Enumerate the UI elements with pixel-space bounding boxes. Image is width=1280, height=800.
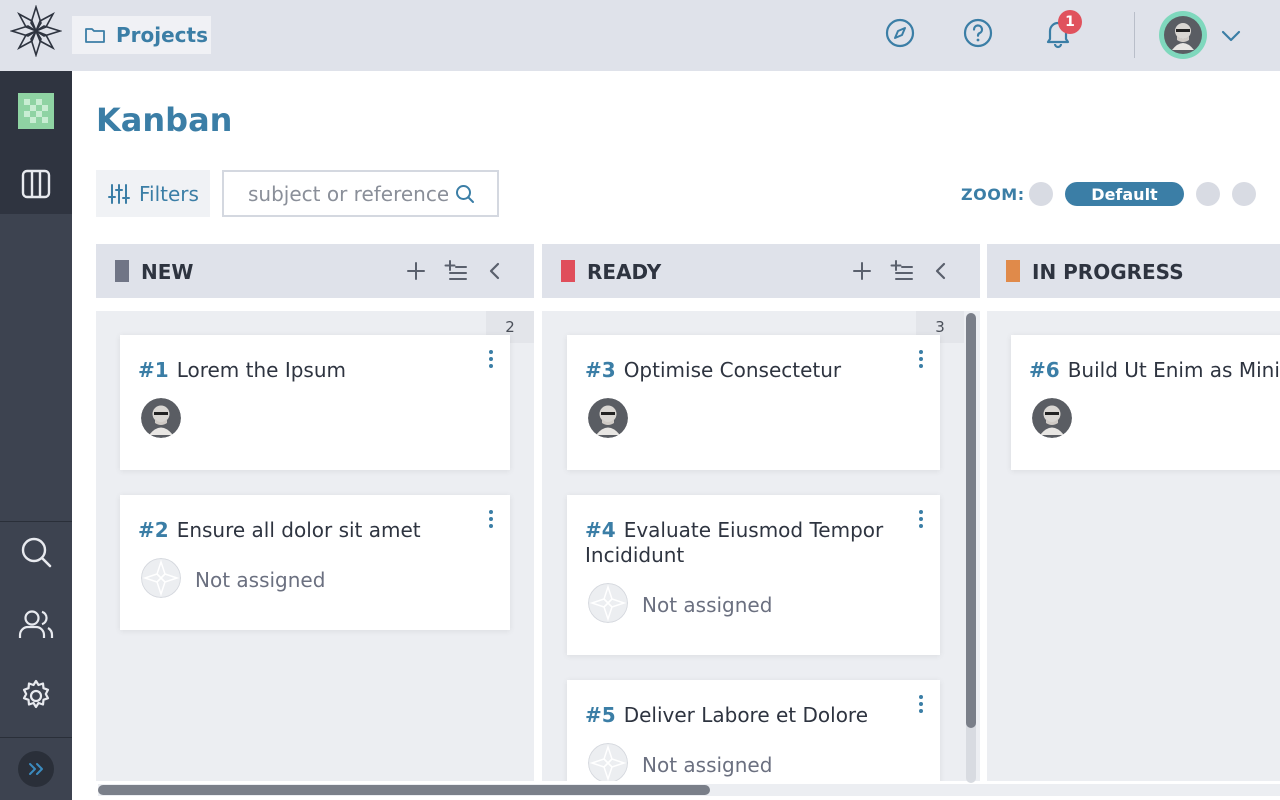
card-3[interactable]: #3 Optimise Consectetur (567, 335, 940, 470)
card-ref[interactable]: #2 (138, 518, 169, 542)
assignee-status[interactable]: Not assigned (195, 568, 325, 592)
card-subject[interactable]: Ensure all dolor sit amet (177, 518, 421, 542)
expand-icon (29, 763, 43, 775)
search-icon (21, 537, 52, 568)
column-header-new: NEW (96, 244, 534, 298)
unassigned-avatar-icon[interactable] (141, 558, 181, 598)
logo-icon[interactable] (10, 5, 62, 57)
zoom-level-1[interactable] (1029, 182, 1053, 206)
card-subject[interactable]: Build Ut Enim as Minim (1068, 358, 1280, 382)
card-menu-icon[interactable] (486, 509, 496, 529)
card-2[interactable]: #2 Ensure all dolor sit amet Not assigned (120, 495, 510, 630)
card-title: #5 Deliver Labore et Dolore (585, 703, 868, 728)
card-subject[interactable]: Evaluate Eiusmod Tempor Incididunt (585, 518, 883, 567)
card-title: #3 Optimise Consectetur (585, 358, 841, 383)
main-content: Kanban Filters ZOOM: Default NEW 2 #1Lor… (72, 71, 1280, 800)
topbar-divider (1134, 12, 1135, 58)
column-title: IN PROGRESS (1032, 260, 1184, 284)
sidebar-item-kanban[interactable] (0, 148, 72, 220)
card-5[interactable]: #5 Deliver Labore et Dolore Not assigned (567, 680, 940, 781)
column-color-swatch (561, 260, 575, 282)
card-6[interactable]: #6 Build Ut Enim as Minim (1011, 335, 1280, 470)
assignee-avatar[interactable] (588, 398, 628, 438)
column-title: NEW (141, 260, 194, 284)
search-input[interactable] (248, 181, 448, 206)
help-icon[interactable] (962, 17, 994, 49)
card-subject[interactable]: Deliver Labore et Dolore (624, 703, 868, 727)
sidebar-divider-bottom (0, 737, 72, 738)
project-avatar-icon (18, 93, 54, 129)
horizontal-scrollbar[interactable] (98, 784, 1280, 796)
vertical-scrollbar[interactable] (966, 313, 976, 783)
card-ref[interactable]: #1 (138, 358, 169, 382)
column-title: READY (587, 260, 662, 284)
search-icon[interactable] (455, 184, 475, 204)
card-subject[interactable]: Optimise Consectetur (624, 358, 841, 382)
card-ref[interactable]: #3 (585, 358, 616, 382)
column-header-in-progress: IN PROGRESS (987, 244, 1280, 298)
zoom-level-4[interactable] (1232, 182, 1256, 206)
chevron-down-icon[interactable] (1220, 28, 1242, 44)
zoom-level-3[interactable] (1196, 182, 1220, 206)
card-ref[interactable]: #6 (1029, 358, 1060, 382)
column-body-in-progress: #6 Build Ut Enim as Minim (987, 311, 1280, 781)
zoom-label: ZOOM: (961, 185, 1025, 204)
fold-column-icon[interactable] (929, 259, 953, 283)
sidebar-item-settings[interactable] (0, 660, 72, 732)
card-1[interactable]: #1 Lorem the Ipsum (120, 335, 510, 470)
card-ref[interactable]: #4 (585, 518, 616, 542)
bulk-add-icon[interactable] (444, 259, 468, 283)
add-card-icon[interactable] (404, 259, 428, 283)
assignee-status[interactable]: Not assigned (642, 753, 772, 777)
column-body-new: 2 #1 Lorem the Ipsum #2 Ensure all dolor s… (96, 311, 534, 781)
card-4[interactable]: #4 Evaluate Eiusmod Tempor Incididunt Not… (567, 495, 940, 655)
notification-badge: 1 (1058, 10, 1082, 34)
card-ref[interactable]: #5 (585, 703, 616, 727)
settings-icon (22, 679, 50, 709)
card-subject[interactable]: Lorem the Ipsum (177, 358, 346, 382)
card-menu-icon[interactable] (486, 349, 496, 369)
column-body-ready: 3 #3 Optimise Consectetur #4 Evaluate Eius… (542, 311, 980, 781)
fold-column-icon[interactable] (483, 259, 507, 283)
user-avatar[interactable] (1159, 11, 1207, 59)
search-box (222, 170, 499, 217)
page-title: Kanban (96, 101, 233, 139)
projects-button[interactable]: Projects (72, 16, 211, 54)
card-title: #1 Lorem the Ipsum (138, 358, 346, 383)
bulk-add-icon[interactable] (890, 259, 914, 283)
column-color-swatch (115, 260, 129, 282)
projects-label: Projects (116, 23, 209, 47)
sidebar-item-users[interactable] (0, 588, 72, 660)
assignee-avatar[interactable] (141, 398, 181, 438)
compass-icon[interactable] (884, 17, 916, 49)
users-icon (18, 610, 54, 638)
assignee-status[interactable]: Not assigned (642, 593, 772, 617)
assignee-avatar[interactable] (1032, 398, 1072, 438)
sidebar (0, 71, 72, 800)
filters-icon (108, 183, 130, 204)
card-title: #4 Evaluate Eiusmod Tempor Incididunt (585, 518, 895, 568)
column-header-ready: READY (542, 244, 980, 298)
folder-icon (85, 28, 105, 43)
filters-label: Filters (139, 181, 199, 206)
top-bar: Projects 1 (0, 0, 1280, 71)
card-menu-icon[interactable] (916, 509, 926, 529)
horizontal-scrollbar-thumb[interactable] (98, 785, 710, 795)
sidebar-expand-button[interactable] (18, 751, 54, 787)
card-title: #6 Build Ut Enim as Minim (1029, 358, 1280, 383)
add-card-icon[interactable] (850, 259, 874, 283)
kanban-icon (21, 169, 51, 199)
unassigned-avatar-icon[interactable] (588, 743, 628, 781)
column-color-swatch (1006, 260, 1020, 282)
avatar (1164, 16, 1202, 54)
project-avatar[interactable] (0, 75, 72, 147)
card-title: #2 Ensure all dolor sit amet (138, 518, 421, 543)
card-menu-icon[interactable] (916, 349, 926, 369)
vertical-scrollbar-thumb[interactable] (966, 313, 976, 728)
filters-button[interactable]: Filters (96, 170, 210, 217)
unassigned-avatar-icon[interactable] (588, 583, 628, 623)
zoom-level-default[interactable]: Default (1065, 182, 1184, 206)
card-menu-icon[interactable] (916, 694, 926, 714)
sidebar-item-search[interactable] (0, 516, 72, 588)
